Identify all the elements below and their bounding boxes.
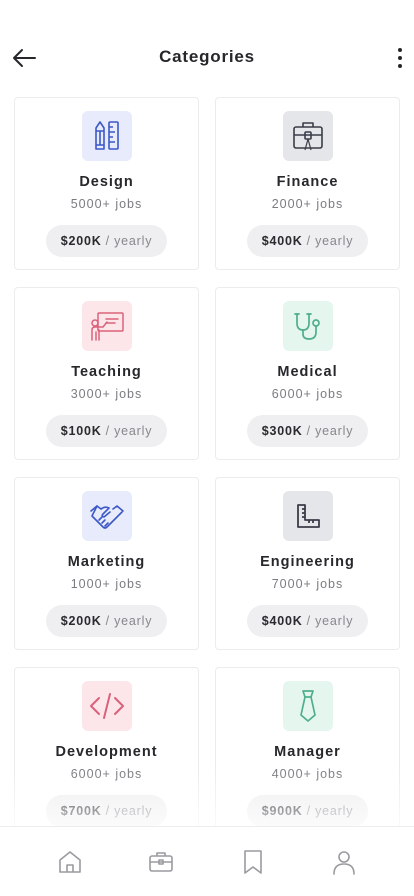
salary-period: / yearly bbox=[306, 804, 354, 818]
salary-period: / yearly bbox=[306, 614, 354, 628]
stethoscope-icon bbox=[294, 313, 320, 340]
category-card-engineering[interactable]: Engineering 7000+ jobs $400K / yearly bbox=[215, 477, 400, 650]
category-icon-box bbox=[82, 491, 132, 541]
category-icon-box bbox=[283, 301, 333, 351]
nav-home[interactable] bbox=[55, 847, 85, 877]
job-count: 2000+ jobs bbox=[271, 197, 344, 211]
category-name: Marketing bbox=[67, 554, 146, 570]
bookmark-icon bbox=[243, 850, 262, 874]
code-icon bbox=[90, 693, 124, 719]
job-count: 1000+ jobs bbox=[70, 577, 143, 591]
salary-amount: $300K bbox=[261, 424, 303, 438]
category-name: Development bbox=[55, 744, 158, 760]
category-name: Design bbox=[79, 174, 134, 190]
nav-saved[interactable] bbox=[238, 847, 268, 877]
job-count: 6000+ jobs bbox=[70, 767, 143, 781]
nav-profile[interactable] bbox=[329, 847, 359, 877]
job-count: 7000+ jobs bbox=[271, 577, 344, 591]
category-icon-box bbox=[283, 111, 333, 161]
page-title: Categories bbox=[159, 47, 255, 66]
salary-period: / yearly bbox=[105, 614, 153, 628]
salary-badge: $400K / yearly bbox=[247, 605, 368, 637]
category-card-manager[interactable]: Manager 4000+ jobs $900K / yearly bbox=[215, 667, 400, 840]
salary-period: / yearly bbox=[306, 424, 354, 438]
salary-period: / yearly bbox=[105, 424, 153, 438]
salary-period: / yearly bbox=[105, 234, 153, 248]
salary-amount: $100K bbox=[60, 424, 102, 438]
more-options-button[interactable] bbox=[394, 44, 406, 72]
briefcase-icon bbox=[293, 122, 323, 151]
pencil-ruler-icon bbox=[95, 121, 119, 150]
job-count: 5000+ jobs bbox=[70, 197, 143, 211]
handshake-icon bbox=[90, 505, 124, 529]
bottom-nav bbox=[0, 826, 414, 896]
category-name: Teaching bbox=[71, 364, 142, 380]
profile-icon bbox=[333, 851, 356, 875]
category-icon-box bbox=[283, 681, 333, 731]
salary-badge: $200K / yearly bbox=[46, 225, 167, 257]
salary-amount: $400K bbox=[261, 234, 303, 248]
category-icon-box bbox=[82, 111, 132, 161]
salary-amount: $200K bbox=[60, 234, 102, 248]
salary-period: / yearly bbox=[306, 234, 354, 248]
category-card-finance[interactable]: Finance 2000+ jobs $400K / yearly bbox=[215, 97, 400, 270]
nav-jobs[interactable] bbox=[146, 847, 176, 877]
more-vertical-icon bbox=[398, 48, 402, 68]
salary-amount: $700K bbox=[60, 804, 102, 818]
home-icon bbox=[58, 851, 81, 873]
category-icon-box bbox=[82, 681, 132, 731]
briefcase-icon bbox=[149, 852, 174, 872]
category-name: Engineering bbox=[260, 554, 355, 570]
salary-badge: $700K / yearly bbox=[46, 795, 167, 827]
category-card-design[interactable]: Design 5000+ jobs $200K / yearly bbox=[14, 97, 199, 270]
category-card-teaching[interactable]: Teaching 3000+ jobs $100K / yearly bbox=[14, 287, 199, 460]
category-name: Manager bbox=[274, 744, 341, 760]
category-grid: Design 5000+ jobs $200K / yearly Finance… bbox=[14, 97, 400, 840]
header: Categories bbox=[0, 0, 414, 96]
category-icon-box bbox=[283, 491, 333, 541]
salary-badge: $900K / yearly bbox=[247, 795, 368, 827]
salary-period: / yearly bbox=[105, 804, 153, 818]
teacher-board-icon bbox=[91, 312, 124, 341]
job-count: 4000+ jobs bbox=[271, 767, 344, 781]
category-card-medical[interactable]: Medical 6000+ jobs $300K / yearly bbox=[215, 287, 400, 460]
category-card-development[interactable]: Development 6000+ jobs $700K / yearly bbox=[14, 667, 199, 840]
category-card-marketing[interactable]: Marketing 1000+ jobs $200K / yearly bbox=[14, 477, 199, 650]
job-count: 3000+ jobs bbox=[70, 387, 143, 401]
salary-amount: $900K bbox=[261, 804, 303, 818]
job-count: 6000+ jobs bbox=[271, 387, 344, 401]
salary-badge: $400K / yearly bbox=[247, 225, 368, 257]
category-name: Finance bbox=[276, 174, 339, 190]
tie-icon bbox=[300, 690, 316, 722]
salary-amount: $200K bbox=[60, 614, 102, 628]
category-name: Medical bbox=[277, 364, 338, 380]
category-icon-box bbox=[82, 301, 132, 351]
ruler-square-icon bbox=[297, 504, 320, 528]
salary-badge: $200K / yearly bbox=[46, 605, 167, 637]
salary-badge: $100K / yearly bbox=[46, 415, 167, 447]
salary-badge: $300K / yearly bbox=[247, 415, 368, 447]
salary-amount: $400K bbox=[261, 614, 303, 628]
